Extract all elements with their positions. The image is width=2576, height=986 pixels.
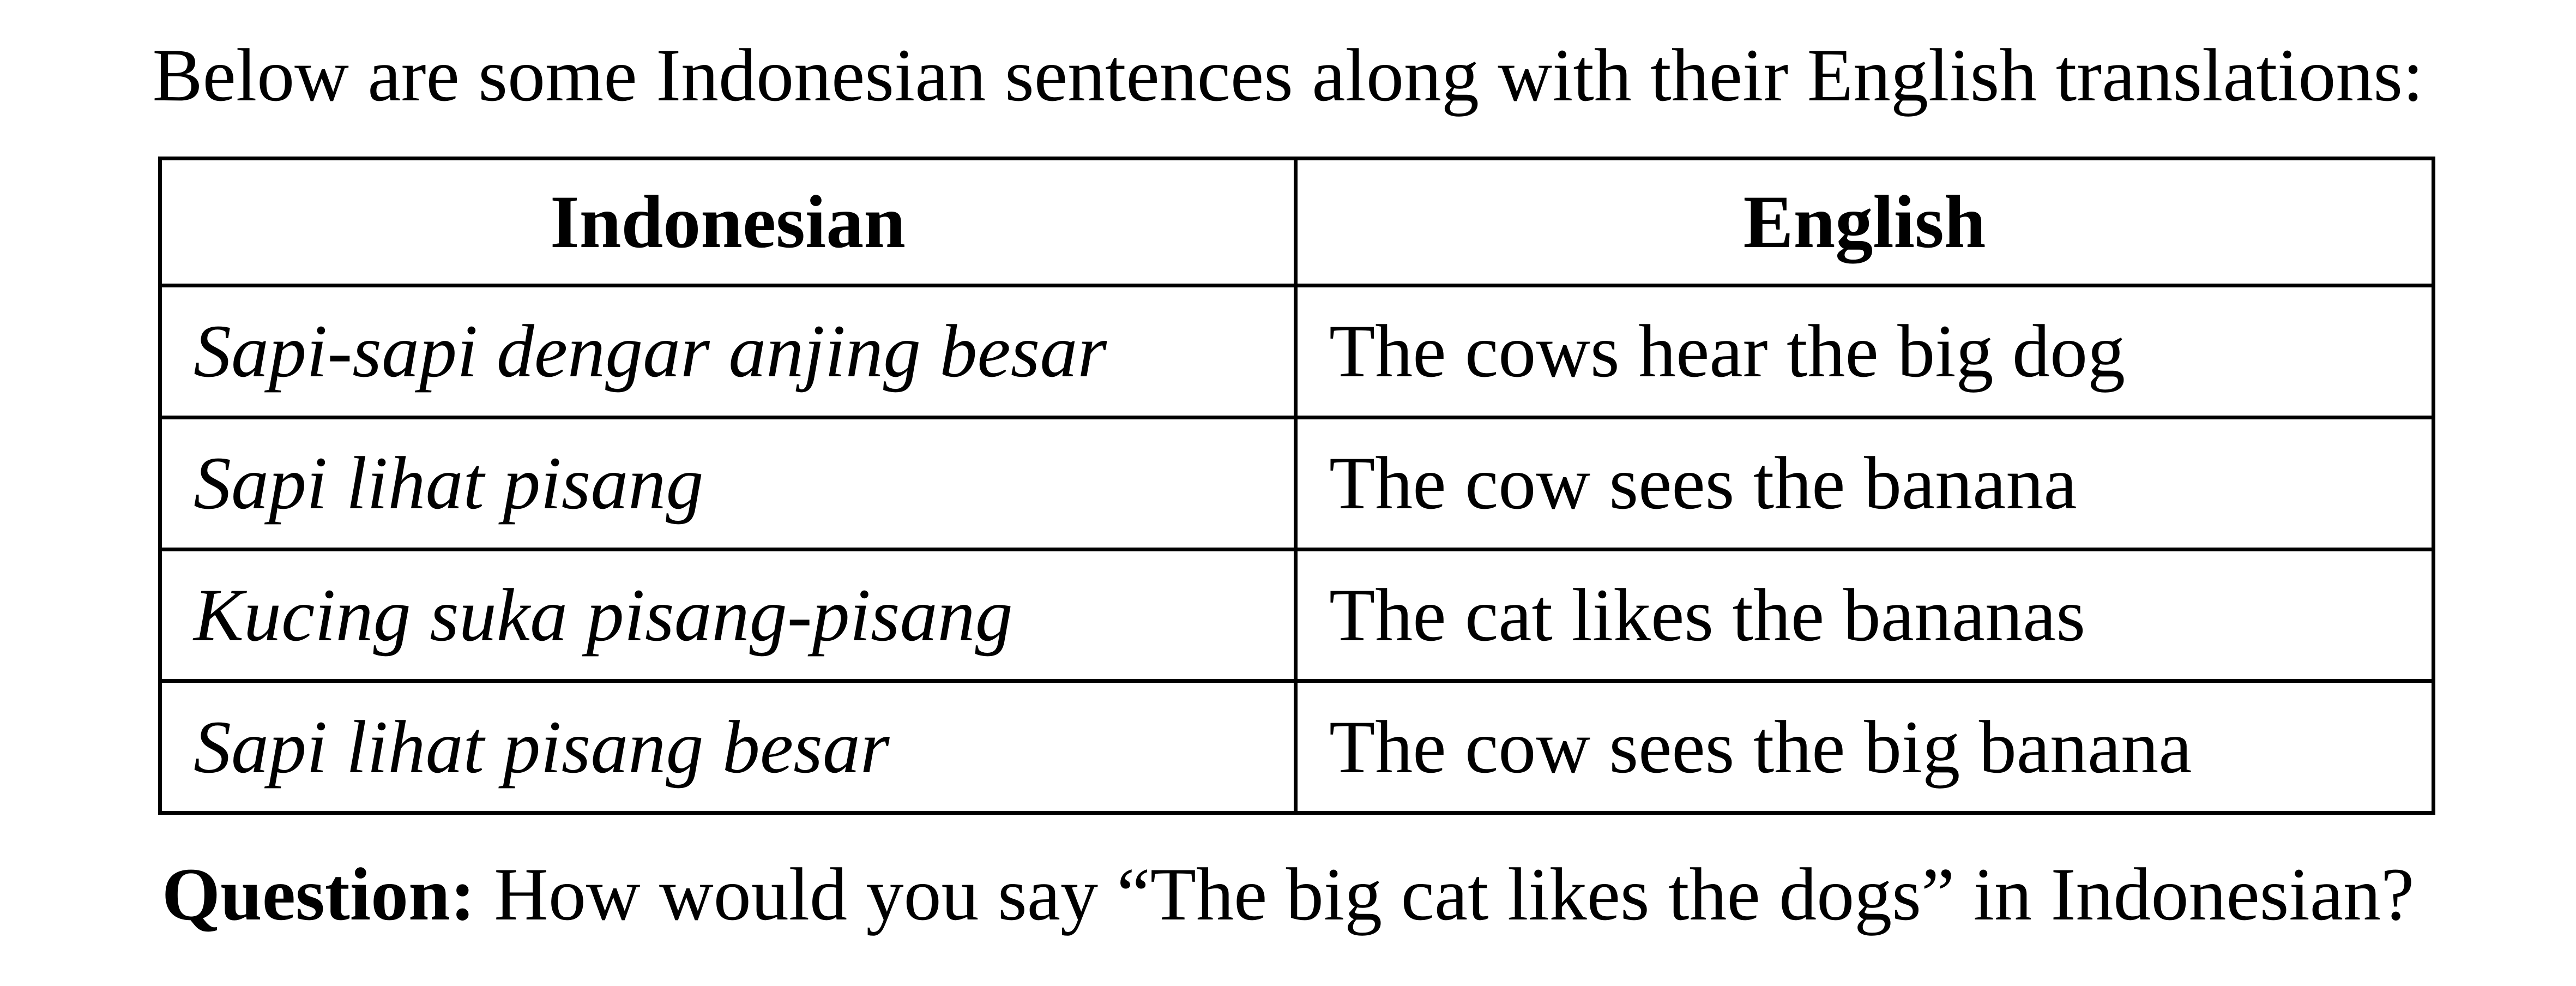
english-cell: The cows hear the big dog [1294, 284, 2435, 419]
table-row: Kucing suka pisang-pisang The cat likes … [158, 547, 2435, 683]
header-indonesian: Indonesian [158, 157, 1298, 287]
indonesian-cell: Sapi-sapi dengar anjing besar [158, 284, 1298, 419]
indonesian-cell: Sapi lihat pisang [158, 415, 1298, 551]
table-row: Sapi lihat pisang The cow sees the banan… [158, 415, 2435, 551]
intro-text: Below are some Indonesian sentences alon… [152, 33, 2424, 117]
english-cell: The cow sees the big banana [1294, 679, 2435, 815]
question-text: How would you say “The big cat likes the… [475, 852, 2415, 936]
translation-table: Indonesian English Sapi-sapi dengar anji… [158, 157, 2435, 815]
table-row: Sapi lihat pisang besar The cow sees the… [158, 679, 2435, 815]
indonesian-cell: Sapi lihat pisang besar [158, 679, 1298, 815]
table-row: Sapi-sapi dengar anjing besar The cows h… [158, 284, 2435, 419]
question: Question: How would you say “The big cat… [0, 851, 2576, 938]
english-cell: The cow sees the banana [1294, 415, 2435, 551]
table-header-row: Indonesian English [158, 157, 2435, 287]
header-english: English [1294, 157, 2435, 287]
question-label: Question: [161, 852, 475, 936]
indonesian-cell: Kucing suka pisang-pisang [158, 547, 1298, 683]
english-cell: The cat likes the bananas [1294, 547, 2435, 683]
